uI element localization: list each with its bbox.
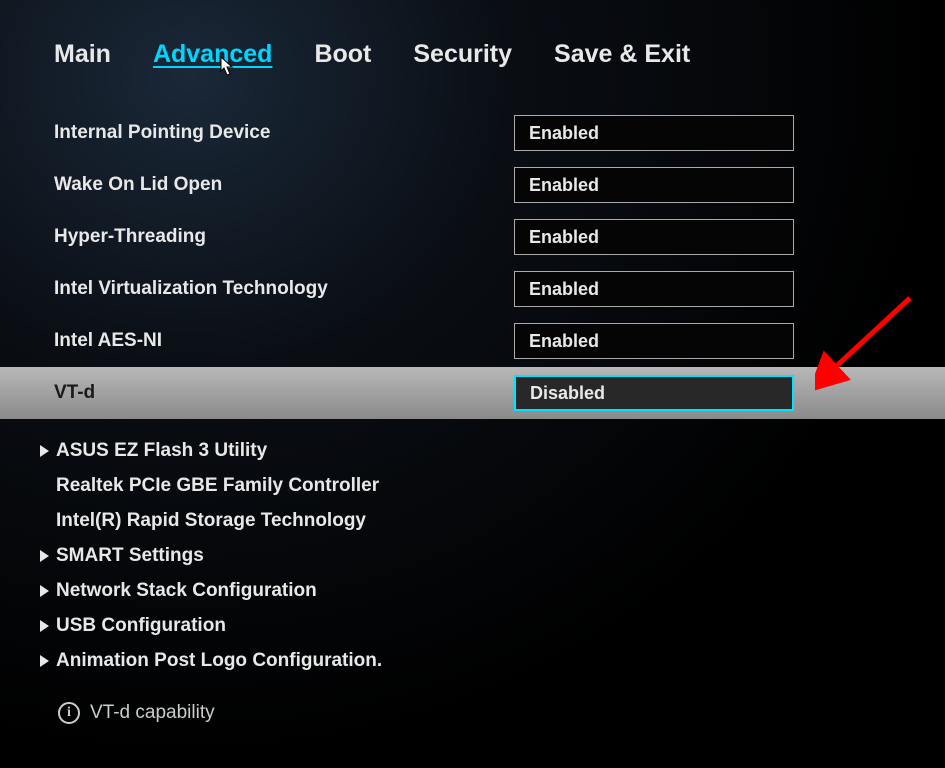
tab-main[interactable]: Main (54, 40, 111, 69)
setting-label: Hyper-Threading (54, 226, 514, 248)
tab-advanced[interactable]: Advanced (153, 40, 272, 69)
chevron-right-icon (40, 620, 49, 632)
chevron-right-icon (40, 550, 49, 562)
setting-vt-d[interactable]: VT-d Disabled (0, 367, 945, 419)
submenu-network-stack[interactable]: Network Stack Configuration (0, 573, 945, 608)
submenu-label: USB Configuration (56, 615, 226, 637)
submenu-label: Realtek PCIe GBE Family Controller (56, 475, 379, 497)
settings-list: Internal Pointing Device Enabled Wake On… (0, 79, 945, 724)
help-row: i VT-d capability (0, 678, 945, 724)
chevron-right-icon (40, 655, 49, 667)
submenu-realtek-pcie[interactable]: Realtek PCIe GBE Family Controller (0, 468, 945, 503)
setting-hyper-threading[interactable]: Hyper-Threading Enabled (0, 211, 945, 263)
setting-internal-pointing-device[interactable]: Internal Pointing Device Enabled (0, 107, 945, 159)
setting-value[interactable]: Enabled (514, 271, 794, 307)
submenu-asus-ez-flash[interactable]: ASUS EZ Flash 3 Utility (0, 433, 945, 468)
tab-bar: Main Advanced Boot Security Save & Exit (0, 0, 945, 79)
setting-label: Wake On Lid Open (54, 174, 514, 196)
setting-value[interactable]: Enabled (514, 167, 794, 203)
setting-intel-virtualization[interactable]: Intel Virtualization Technology Enabled (0, 263, 945, 315)
setting-label: Intel Virtualization Technology (54, 278, 514, 300)
submenu-intel-rapid-storage[interactable]: Intel(R) Rapid Storage Technology (0, 503, 945, 538)
chevron-right-icon (40, 585, 49, 597)
submenu-label: SMART Settings (56, 545, 204, 567)
setting-value[interactable]: Enabled (514, 115, 794, 151)
submenu-label: Animation Post Logo Configuration. (56, 650, 382, 672)
tab-security[interactable]: Security (413, 40, 512, 69)
setting-value[interactable]: Enabled (514, 323, 794, 359)
setting-value[interactable]: Disabled (514, 375, 794, 411)
submenu-usb-config[interactable]: USB Configuration (0, 608, 945, 643)
info-icon: i (58, 702, 80, 724)
setting-label: VT-d (54, 382, 514, 404)
setting-value[interactable]: Enabled (514, 219, 794, 255)
setting-label: Internal Pointing Device (54, 122, 514, 144)
setting-wake-on-lid-open[interactable]: Wake On Lid Open Enabled (0, 159, 945, 211)
submenu-label: Intel(R) Rapid Storage Technology (56, 510, 366, 532)
submenu-label: Network Stack Configuration (56, 580, 317, 602)
tab-save-exit[interactable]: Save & Exit (554, 40, 690, 69)
setting-label: Intel AES-NI (54, 330, 514, 352)
submenu-smart-settings[interactable]: SMART Settings (0, 538, 945, 573)
help-text: VT-d capability (90, 702, 215, 724)
submenu-label: ASUS EZ Flash 3 Utility (56, 440, 267, 462)
tab-boot[interactable]: Boot (314, 40, 371, 69)
chevron-right-icon (40, 445, 49, 457)
submenu-animation-post-logo[interactable]: Animation Post Logo Configuration. (0, 643, 945, 678)
setting-intel-aes-ni[interactable]: Intel AES-NI Enabled (0, 315, 945, 367)
